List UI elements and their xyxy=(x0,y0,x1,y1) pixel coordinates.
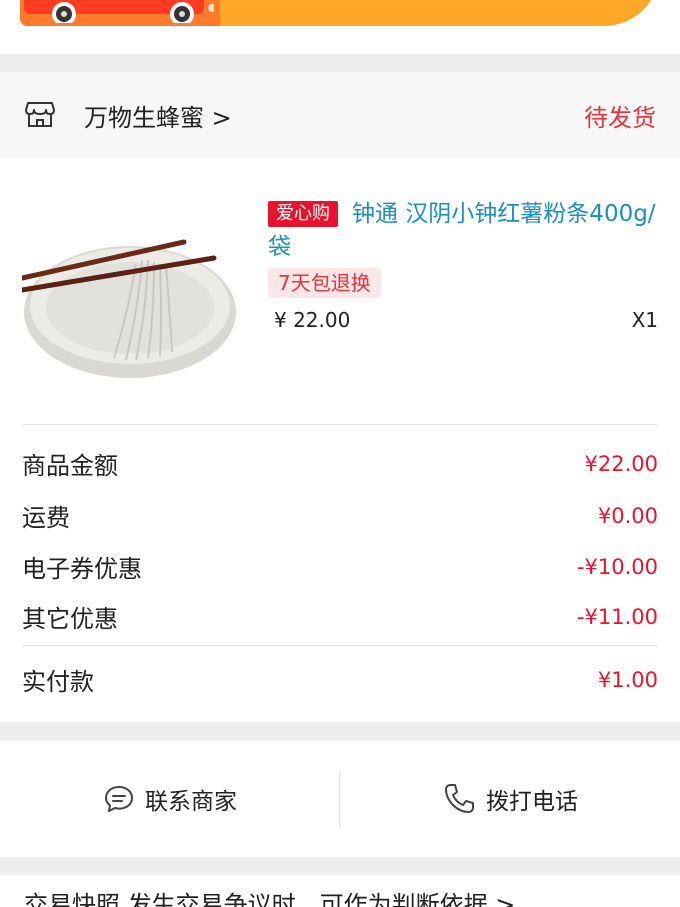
summary-value: ¥1.00 xyxy=(597,667,658,692)
summary-value: -¥10.00 xyxy=(576,554,658,579)
order-card: 爱心购 钟通 汉阴小钟红薯粉条400g/袋 7天包退换 ¥ 22.00 X1 商品… xyxy=(0,158,680,722)
product-item[interactable]: 爱心购 钟通 汉阴小钟红薯粉条400g/袋 7天包退换 ¥ 22.00 X1 xyxy=(22,198,658,398)
contact-separator xyxy=(339,771,340,827)
delivery-truck-icon xyxy=(24,0,214,23)
product-quantity: X1 xyxy=(631,308,658,332)
phone-icon xyxy=(445,784,474,813)
contact-bar: 联系商家 拨打电话 xyxy=(0,741,680,857)
aixingou-tag: 爱心购 xyxy=(268,201,338,227)
summary-row-other-discount: 其它优惠 -¥11.00 xyxy=(22,599,658,634)
product-image[interactable] xyxy=(22,220,238,380)
product-title[interactable]: 爱心购 钟通 汉阴小钟红薯粉条400g/袋 xyxy=(268,198,658,264)
summary-row-coupon: 电子券优惠 -¥10.00 xyxy=(22,549,658,584)
call-phone-button[interactable]: 拨打电话 xyxy=(340,741,680,857)
price-row: ¥ 22.00 X1 xyxy=(268,308,658,332)
store-name-link[interactable]: 万物生蜂蜜 > xyxy=(84,98,232,133)
product-price: ¥ 22.00 xyxy=(274,308,351,332)
contact-merchant-button[interactable]: 联系商家 xyxy=(0,741,340,857)
summary-row-shipping: 运费 ¥0.00 xyxy=(22,498,658,533)
call-phone-label: 拨打电话 xyxy=(486,789,578,815)
divider xyxy=(22,424,658,425)
product-info: 爱心购 钟通 汉阴小钟红薯粉条400g/袋 7天包退换 ¥ 22.00 X1 xyxy=(268,198,658,332)
store-icon xyxy=(24,99,56,131)
delivery-banner-card xyxy=(0,0,680,54)
summary-label: 电子券优惠 xyxy=(22,555,142,583)
transaction-snapshot-link[interactable]: 交易快照 发生交易争议时，可作为判断依据 > xyxy=(0,875,680,907)
order-status: 待发货 xyxy=(584,103,656,132)
summary-label: 实付款 xyxy=(22,668,94,696)
return-policy-badge: 7天包退换 xyxy=(268,268,381,298)
summary-value: -¥11.00 xyxy=(576,604,658,629)
store-header[interactable]: 万物生蜂蜜 > 待发货 xyxy=(0,72,680,158)
contact-merchant-label: 联系商家 xyxy=(145,789,237,815)
snapshot-text: 交易快照 发生交易争议时，可作为判断依据 > xyxy=(24,891,516,907)
summary-row-paid: 实付款 ¥1.00 xyxy=(22,662,658,697)
divider xyxy=(22,645,658,646)
summary-row-goods-amount: 商品金额 ¥22.00 xyxy=(22,446,658,481)
summary-value: ¥0.00 xyxy=(597,503,658,528)
summary-label: 其它优惠 xyxy=(22,605,118,633)
chat-bubble-icon xyxy=(105,786,133,812)
summary-label: 运费 xyxy=(22,504,70,532)
summary-value: ¥22.00 xyxy=(584,451,658,476)
summary-label: 商品金额 xyxy=(22,452,118,480)
